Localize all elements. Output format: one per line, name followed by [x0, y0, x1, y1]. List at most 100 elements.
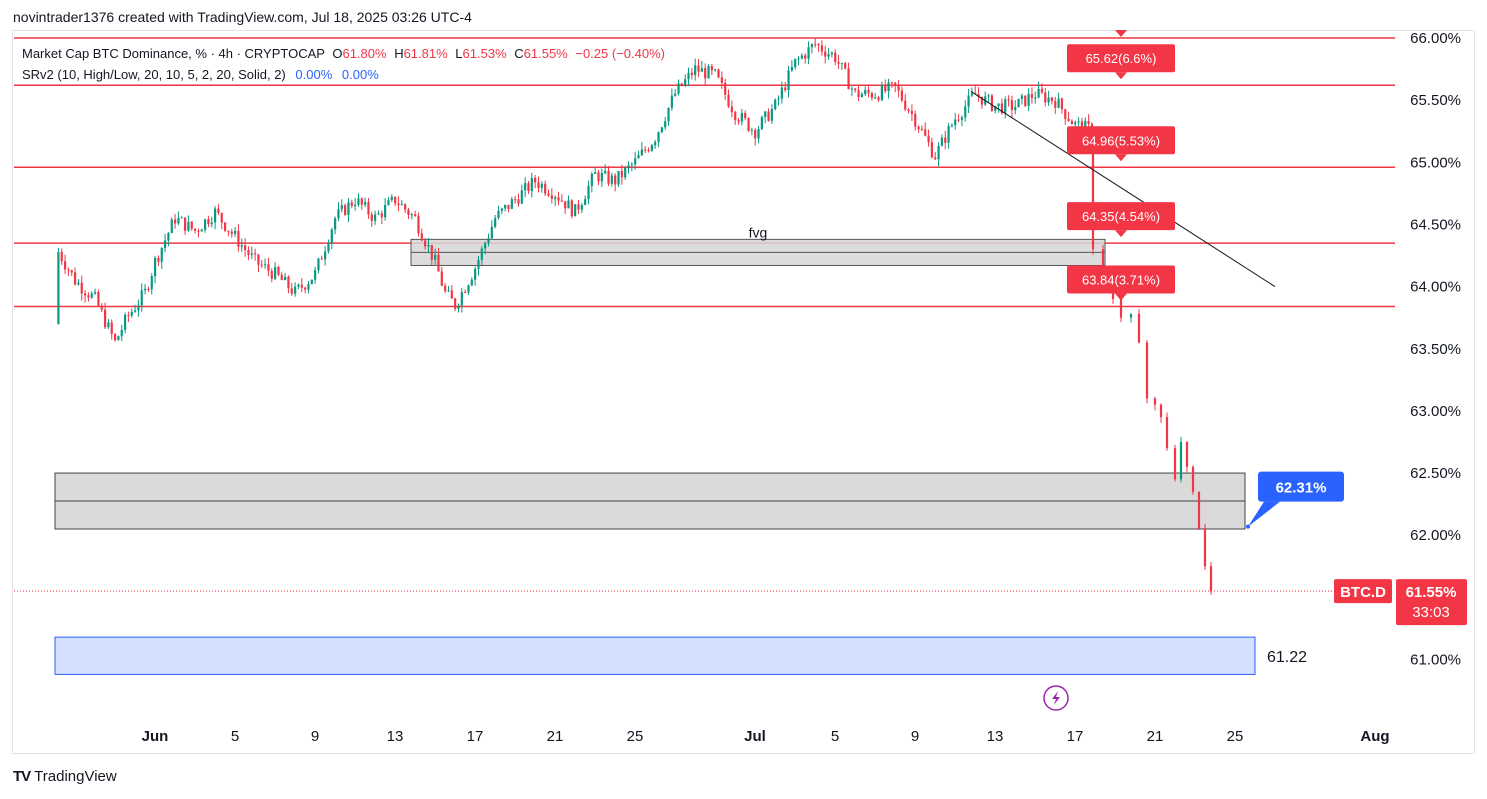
level-label-pointer: [1115, 230, 1127, 238]
legend-low-label: L: [455, 46, 463, 61]
candle-body: [127, 314, 130, 316]
candle-body: [180, 217, 183, 219]
candle-body: [847, 68, 850, 90]
candle-body: [860, 94, 863, 98]
candle-body: [240, 245, 243, 247]
candle-body: [244, 245, 247, 251]
candle-body: [340, 205, 343, 210]
candle-body: [224, 222, 227, 231]
candle-body: [747, 118, 750, 131]
level-label-pointer: [1115, 72, 1127, 80]
candle-body: [77, 282, 80, 285]
candle-body: [87, 295, 90, 298]
candle-body: [120, 329, 123, 337]
price-chart[interactable]: fvg 61.22 65.62(6.6%) 64.96(5.53%) 64.35(4.…: [0, 0, 1487, 799]
candle-body: [133, 310, 137, 312]
candle-body: [1153, 398, 1157, 405]
candle-body: [567, 200, 570, 209]
candle-body: [424, 240, 427, 247]
candle-body: [337, 209, 340, 219]
candle-body: [910, 111, 914, 114]
x-axis-tick-label: Jul: [744, 728, 766, 745]
candle-body: [600, 172, 603, 182]
tradingview-logo-icon: TV: [13, 768, 31, 785]
candle-body: [410, 214, 413, 216]
candle-body: [770, 109, 773, 121]
y-axis-tick-label: 62.50%: [1410, 465, 1461, 482]
candle-body: [250, 253, 253, 255]
candle-body: [203, 219, 207, 230]
candle-body: [590, 173, 593, 186]
candle-body: [350, 202, 353, 206]
candle-body: [737, 120, 740, 122]
candle-body: [484, 243, 487, 249]
candle-body: [143, 288, 147, 291]
candle-body: [310, 279, 313, 284]
candle-body: [917, 126, 920, 130]
candle-body: [854, 88, 857, 91]
legend-high-label: H: [394, 46, 404, 61]
x-axis-tick-label: Jun: [142, 728, 169, 745]
candle-body: [697, 65, 700, 72]
candle-body: [427, 245, 430, 247]
candle-body: [554, 197, 557, 199]
candle-body: [914, 113, 917, 127]
candle-body: [417, 216, 420, 234]
candle-body: [150, 276, 153, 290]
candle-body: [474, 268, 477, 280]
candle-body: [487, 238, 490, 244]
candle-body: [707, 66, 710, 79]
x-axis-tick-label: 5: [231, 728, 239, 745]
candle-body: [1047, 97, 1050, 103]
candle-body: [960, 117, 964, 120]
legend-symbol-row: Market Cap BTC Dominance, % · 4h · CRYPT…: [22, 46, 665, 61]
candle-body: [370, 214, 373, 221]
candle-body: [1129, 313, 1133, 318]
candle-body: [274, 266, 277, 279]
candle-body: [1191, 466, 1195, 492]
candle-body: [764, 111, 767, 118]
candle-body: [670, 95, 673, 108]
candle-body: [987, 95, 990, 97]
candle-body: [177, 217, 180, 224]
candle-body: [113, 333, 117, 341]
candle-body: [217, 208, 220, 214]
x-axis-tick-label: 17: [1067, 728, 1084, 745]
candle-body: [544, 183, 547, 194]
candle-body: [1007, 99, 1010, 101]
candle-body: [254, 253, 257, 255]
price-callout-pointer: [1248, 501, 1280, 527]
candle-body: [117, 336, 120, 341]
candle-body: [570, 200, 573, 217]
x-axis-tick-label: 17: [467, 728, 484, 745]
candle-body: [690, 72, 693, 76]
candle-body: [227, 230, 230, 232]
tradingview-logo[interactable]: TV TradingView: [13, 768, 117, 785]
candle-body: [434, 254, 437, 260]
target-zone-label: 61.22: [1267, 649, 1307, 666]
candle-body: [630, 164, 633, 166]
candle-body: [940, 137, 944, 146]
candle-body: [797, 58, 800, 60]
candle-body: [647, 150, 650, 152]
candle-body: [900, 90, 904, 101]
candle-body: [284, 276, 287, 281]
candle-body: [950, 125, 954, 127]
candle-body: [360, 198, 363, 205]
candle-body: [830, 52, 833, 55]
target-zone[interactable]: [54, 636, 1256, 675]
candle-body: [924, 129, 927, 136]
candle-body: [173, 219, 177, 224]
candle-body: [547, 193, 550, 196]
candle-body: [654, 141, 657, 146]
candle-body: [687, 72, 690, 80]
legend-change: −0.25 (−0.40%): [575, 46, 665, 61]
candle-body: [777, 98, 780, 100]
candle-body: [937, 145, 940, 160]
candle-body: [1185, 441, 1189, 467]
candle-body: [357, 198, 360, 205]
candle-body: [1017, 98, 1020, 108]
fvg-label: fvg: [749, 224, 768, 240]
candle-body: [524, 183, 527, 191]
candle-body: [287, 276, 290, 289]
